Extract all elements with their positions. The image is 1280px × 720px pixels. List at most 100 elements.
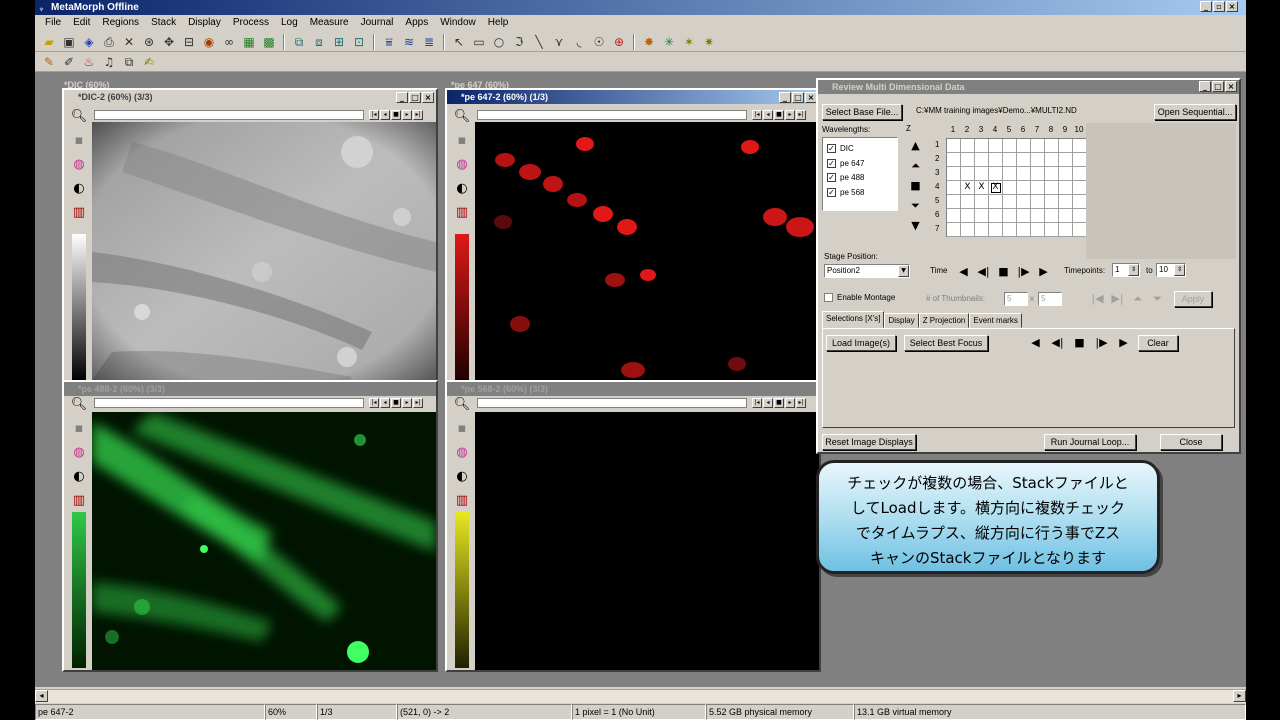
lut-icon[interactable]: ▥ [453,204,471,222]
color-wheel-icon[interactable]: ◍ [453,444,471,462]
menu-log[interactable]: Log [275,15,304,31]
chevron-down-icon[interactable]: ▼ [898,265,909,277]
plane-slider[interactable] [94,110,364,120]
grid-cell[interactable] [1017,195,1031,209]
stamp-icon[interactable]: ♫ [101,54,117,70]
thumb-y-field[interactable]: 5 [1038,292,1062,306]
time-next-icon[interactable]: |▶ [1016,264,1031,279]
grid-cell[interactable] [1073,153,1087,167]
close-button[interactable]: × [1226,1,1238,12]
grid-cell[interactable] [1017,167,1031,181]
pointer-icon[interactable]: ↖ [451,34,467,50]
minimize-button[interactable]: _ [1199,81,1211,92]
grid-cell[interactable]: X [961,181,975,195]
lut-bar[interactable] [455,234,469,380]
contrast-icon[interactable]: ◐ [453,180,471,198]
tab-z-projection[interactable]: Z Projection [918,313,970,328]
grid-cell[interactable] [961,167,975,181]
sel-last-icon[interactable]: ▶ [1116,335,1131,350]
wavelengths-list[interactable]: ✓ DIC ✓ pe 647 ✓ pe 488 ✓ pe 568 [822,137,898,211]
stack-montage-icon[interactable]: ⊡ [351,34,367,50]
grid-cell[interactable] [947,167,961,181]
select-best-focus-button[interactable]: Select Best Focus [904,335,988,351]
threshold-icon[interactable]: ≣ [421,34,437,50]
first-plane-button[interactable]: |◂ [369,110,379,120]
grid-cell[interactable] [1017,139,1031,153]
restore-button[interactable]: ▫ [1213,1,1225,12]
zoom-icon[interactable]: 🔍︎ [453,396,471,414]
first-plane-button[interactable]: |◂ [752,110,762,120]
z-series-icon[interactable]: ⩸ [381,34,397,50]
grid-cell[interactable] [1031,195,1045,209]
time-stop-icon[interactable]: ■ [996,264,1011,279]
hand-icon[interactable]: ▪ [453,132,471,150]
pe568-image[interactable] [475,412,819,670]
grid-cell[interactable] [961,209,975,223]
sel-stop-icon[interactable]: ■ [1072,335,1087,350]
z-up-step-icon[interactable]: ⏶ [908,158,923,173]
text-annotation-icon[interactable]: ✍ [141,54,157,70]
grid-cell[interactable] [989,139,1003,153]
histogram-icon[interactable]: ▦ [241,34,257,50]
grid-cell[interactable] [975,195,989,209]
minimize-button[interactable]: _ [396,92,408,103]
sel-prev-icon[interactable]: ◀| [1050,335,1065,350]
last-plane-button[interactable]: ▸| [796,398,806,408]
image-window-title[interactable]: *pe 488-2 (60%) (3/3) [64,382,436,396]
stage-position-select[interactable]: Position2 ▼ [824,264,910,278]
grid-cell[interactable] [1031,167,1045,181]
grid-cell[interactable] [989,195,1003,209]
grid-cell[interactable] [1031,153,1045,167]
contrast-icon[interactable]: ◐ [70,180,88,198]
sel-next-icon[interactable]: |▶ [1094,335,1109,350]
grid-cell[interactable] [989,223,1003,237]
grid-cell[interactable] [1017,181,1031,195]
open-sequential-button[interactable]: Open Sequential... [1154,104,1236,120]
save-icon[interactable]: ▣ [61,34,77,50]
open-folder-icon[interactable]: ▰ [41,34,57,50]
grid-cell[interactable] [1031,223,1045,237]
hand-icon[interactable]: ▪ [453,420,471,438]
time-prev-icon[interactable]: ◀| [976,264,991,279]
grid-cell[interactable] [975,167,989,181]
checkbox-icon[interactable]: ✓ [827,144,836,154]
load-images-button[interactable]: Load Image(s) [826,335,896,351]
eye-icon[interactable]: ◉ [201,34,217,50]
reset-image-displays-button[interactable]: Reset Image Displays [822,434,916,450]
maximize-button[interactable]: □ [792,92,804,103]
plane-slider[interactable] [477,110,747,120]
grid-cell[interactable] [989,167,1003,181]
grid-cell[interactable] [1003,195,1017,209]
grid-cell[interactable] [947,209,961,223]
spinner-icon[interactable]: ⇕ [1128,264,1139,276]
hand-icon[interactable]: ▪ [70,132,88,150]
pen-icon[interactable]: ✐ [61,54,77,70]
menu-help[interactable]: Help [482,15,515,31]
grid-cell[interactable] [947,223,961,237]
scroll-left-icon[interactable]: ◂ [35,690,48,702]
image-window-title[interactable]: *pe 647-2 (60%) (1/3) [447,90,819,104]
time-last-icon[interactable]: ▶ [1036,264,1051,279]
lut-bar[interactable] [72,234,86,380]
magic-wand-icon[interactable]: ✳ [661,34,677,50]
line-icon[interactable]: ╲ [531,34,547,50]
stop-button[interactable]: ■ [391,110,401,120]
grid-cell[interactable] [1045,139,1059,153]
stack-icon[interactable]: ⧉ [291,34,307,50]
grid-cell[interactable] [975,209,989,223]
lut-bar[interactable] [72,512,86,668]
grid-cell[interactable] [1003,167,1017,181]
close-button[interactable]: × [422,92,434,103]
grid-cell[interactable] [1059,181,1073,195]
stop-button[interactable]: ■ [774,398,784,408]
grid-cell[interactable] [1003,209,1017,223]
ruler-icon[interactable]: ⊟ [181,34,197,50]
grid-cell[interactable] [1045,181,1059,195]
polyline-icon[interactable]: ⋎ [551,34,567,50]
grid-cell[interactable] [961,195,975,209]
auto-trace-icon[interactable]: ☉ [591,34,607,50]
zoom-icon[interactable]: 🔍︎ [70,396,88,414]
menu-journal[interactable]: Journal [355,15,400,31]
grid-cell[interactable] [1059,167,1073,181]
menu-display[interactable]: Display [182,15,227,31]
